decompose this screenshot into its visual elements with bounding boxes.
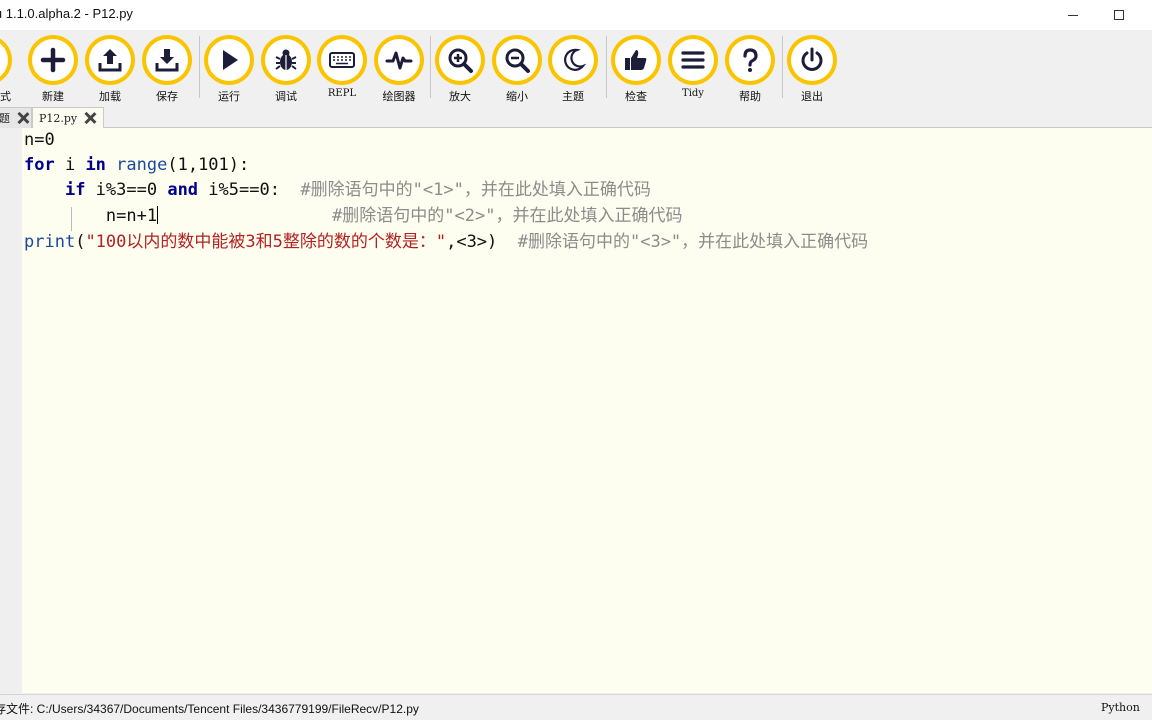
download-icon — [155, 49, 179, 72]
tab-label: 题 — [0, 112, 10, 125]
plotter-button[interactable]: 绘图器 — [371, 34, 427, 104]
code-token: print — [24, 232, 76, 252]
code-token: (1,101): — [167, 155, 250, 175]
load-button[interactable]: 加载 — [82, 34, 138, 104]
check-button[interactable]: 检查 — [608, 34, 664, 104]
tab-p12-py[interactable]: P12.py — [32, 107, 104, 128]
code-token: ( — [75, 232, 86, 252]
code-editor[interactable]: n=0 for i in range(1,101): if i%3==0 and … — [0, 128, 1152, 693]
title-bar: lu 1.1.0.alpha.2 - P12.py — [0, 0, 1152, 30]
code-token: if — [64, 180, 86, 200]
debug-button[interactable]: 调试 — [258, 34, 314, 104]
theme-button[interactable]: 主题 — [545, 34, 601, 104]
maximize-icon — [1114, 10, 1124, 20]
quit-button[interactable]: 退出 — [784, 34, 840, 104]
toolbar-button-mode[interactable]: 式 — [0, 34, 15, 104]
minimize-icon — [1068, 14, 1078, 16]
toolbar-button-label: 式 — [0, 90, 11, 103]
zoom-out-button[interactable]: 缩小 — [489, 34, 545, 104]
thumbs-up-icon — [625, 50, 647, 70]
code-token: range — [116, 155, 168, 175]
keyboard-icon — [329, 52, 355, 68]
code-token: #删除语句中的"<2>"，并在此处填入正确代码 — [332, 206, 683, 226]
zoom-in-button[interactable]: 放大 — [432, 34, 488, 104]
window-title: lu 1.1.0.alpha.2 - P12.py — [0, 6, 133, 21]
code-token: n=n+1 — [24, 206, 158, 226]
status-bar: 存文件: C:/Users/34367/Documents/Tencent Fi… — [0, 694, 1152, 720]
question-icon — [743, 48, 758, 72]
upload-icon — [98, 49, 122, 72]
close-icon[interactable] — [16, 111, 30, 125]
toolbar-button-label: 退出 — [801, 90, 823, 103]
moon-icon — [564, 48, 587, 71]
power-icon — [801, 47, 823, 71]
new-button[interactable]: 新建 — [25, 34, 81, 104]
lines-icon — [681, 51, 705, 69]
toolbar-button-label: 保存 — [156, 90, 178, 103]
code-token: i%5==0: — [198, 180, 301, 200]
waveform-icon — [385, 51, 413, 70]
plus-icon — [40, 47, 66, 73]
toolbar-button-label: 绘图器 — [382, 90, 416, 103]
save-button[interactable]: 保存 — [139, 34, 195, 104]
code-token: #删除语句中的"<1>"，并在此处填入正确代码 — [300, 180, 651, 200]
run-button[interactable]: 运行 — [201, 34, 257, 104]
close-icon[interactable] — [83, 111, 97, 125]
code-token: i — [54, 155, 86, 175]
help-button[interactable]: 帮助 — [722, 34, 778, 104]
code-token: "100以内的数中能被3和5整除的数的个数是：" — [85, 232, 447, 252]
tab-bar: 题 P12.py — [0, 105, 1152, 128]
zoom-in-icon — [448, 48, 473, 73]
mu-editor-window: lu 1.1.0.alpha.2 - P12.py 式 新建 加载 保存 运行 … — [0, 0, 1152, 720]
code-token: #删除语句中的"<3>"，并在此处填入正确代码 — [517, 232, 869, 252]
line-gutter — [0, 128, 22, 693]
maximize-button[interactable] — [1096, 0, 1142, 30]
code-token: for — [24, 155, 55, 175]
code-line[interactable]: print("100以内的数中能被3和5整除的数的个数是：",<3>) #删除语… — [24, 230, 868, 255]
code-token: n=0 — [24, 130, 55, 150]
code-token: ,<3>) — [446, 232, 518, 252]
mode-indicator[interactable]: Python — [1101, 701, 1140, 714]
code-line[interactable]: if i%3==0 and i%5==0: #删除语句中的"<1>"，并在此处填… — [24, 178, 651, 203]
play-icon — [223, 50, 238, 70]
repl-button[interactable]: REPL — [314, 34, 370, 104]
code-line[interactable]: for i in range(1,101): — [24, 153, 249, 178]
tab-label: P12.py — [39, 111, 78, 125]
bug-icon — [275, 49, 297, 70]
minimize-button[interactable] — [1050, 0, 1096, 30]
tidy-button[interactable]: Tidy — [665, 34, 721, 104]
code-token: in — [85, 155, 106, 175]
toolbar-button-label: 帮助 — [739, 90, 761, 103]
toolbar: 式 新建 加载 保存 运行 调试 REPL 绘图器 放大 缩小 主题 检查 Ti… — [0, 30, 1152, 105]
zoom-out-icon — [505, 48, 530, 73]
code-line[interactable]: n=0 — [24, 128, 55, 153]
toolbar-button-label: 主题 — [562, 90, 584, 103]
code-token: i%3==0 — [85, 180, 168, 200]
code-line[interactable]: n=n+1 #删除语句中的"<2>"，并在此处填入正确代码 — [24, 204, 682, 229]
file-path-status: 存文件: C:/Users/34367/Documents/Tencent Fi… — [0, 702, 419, 716]
code-token: and — [167, 180, 199, 200]
tab-previous-file[interactable]: 题 — [0, 107, 32, 128]
